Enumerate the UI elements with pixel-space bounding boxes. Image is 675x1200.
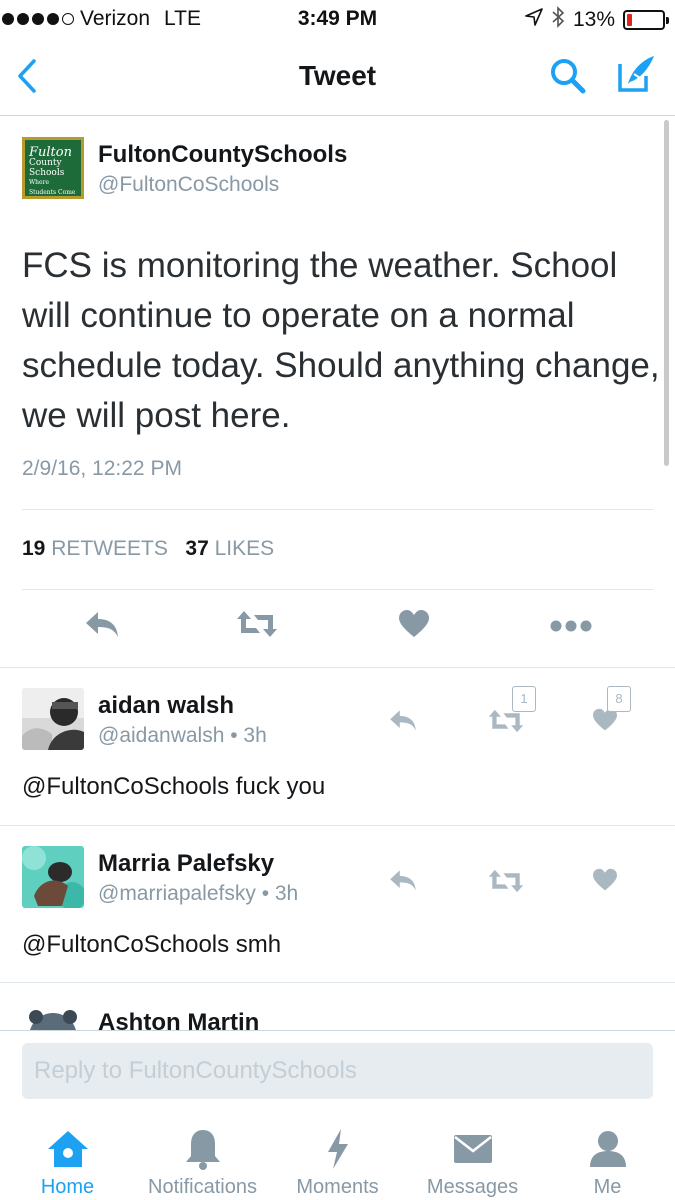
heart-icon[interactable] (398, 609, 430, 644)
battery-percent: 13% (572, 8, 615, 31)
likes-label: LIKES (214, 537, 275, 560)
reply-author-name[interactable]: Ashton Martin (98, 1009, 259, 1030)
tweet-actions (0, 609, 675, 649)
retweet-icon[interactable] (488, 708, 524, 739)
reply-icon[interactable] (84, 609, 120, 644)
avatar[interactable] (22, 846, 84, 908)
reply-item[interactable]: Ashton Martin (0, 982, 675, 1030)
tab-bar: Home Notifications Moments Messages Me (0, 1110, 675, 1200)
tab-label: Home (40, 1176, 95, 1198)
likes-count: 37 (185, 537, 209, 560)
envelope-icon (405, 1128, 540, 1170)
retweets-count: 19 (22, 537, 46, 560)
avatar[interactable] (22, 1003, 84, 1030)
tab-label: Me (593, 1176, 622, 1198)
reply-item[interactable]: Marria Palefsky @marriapalefsky • 3h @Fu… (0, 825, 675, 983)
home-icon (0, 1128, 135, 1170)
reply-text: @FultonCoSchools smh (22, 931, 282, 958)
reply-item[interactable]: aidan walsh @aidanwalsh • 3h @FultonCoSc… (0, 667, 675, 825)
reply-author-handle[interactable]: @marriapalefsky • 3h (98, 882, 298, 906)
heart-icon[interactable] (592, 708, 618, 737)
tweet-author-handle[interactable]: @FultonCoSchools (98, 173, 279, 197)
avatar-logo-text-3: Where Students Come First (29, 179, 76, 206)
tweet-timestamp: 2/9/16, 12:22 PM (22, 457, 182, 480)
reply-author-name[interactable]: Marria Palefsky (98, 850, 274, 878)
tweet-text: FCS is monitoring the weather. School wi… (22, 246, 660, 435)
retweet-icon[interactable] (488, 868, 524, 899)
status-right: 13% (525, 6, 669, 34)
likes-stat[interactable]: 37 LIKES (185, 537, 274, 560)
reply-icon[interactable] (388, 868, 418, 897)
heart-icon[interactable] (592, 868, 618, 897)
retweets-stat[interactable]: 19 RETWEETS (22, 537, 168, 560)
like-count: 8 (607, 686, 631, 712)
divider (22, 589, 653, 590)
compose-icon[interactable] (614, 52, 658, 101)
battery-icon (623, 10, 669, 30)
bell-icon (135, 1128, 270, 1170)
tab-messages[interactable]: Messages (405, 1128, 540, 1199)
retweet-count: 1 (512, 686, 536, 712)
avatar-logo-text-2: County Schools (29, 158, 65, 178)
search-icon[interactable] (548, 56, 588, 101)
bluetooth-icon (551, 6, 565, 34)
divider (22, 509, 653, 510)
more-icon[interactable] (550, 619, 592, 638)
fcs-avatar[interactable]: Fulton County Schools Where Students Com… (22, 137, 84, 206)
tab-me[interactable]: Me (540, 1128, 675, 1199)
reply-input[interactable] (22, 1043, 653, 1099)
tab-label: Moments (296, 1176, 379, 1198)
tab-home[interactable]: Home (0, 1128, 135, 1199)
person-icon (540, 1128, 675, 1170)
reply-bar (0, 1030, 675, 1110)
tab-notifications[interactable]: Notifications (135, 1128, 270, 1199)
status-bar: Verizon LTE 3:49 PM 13% (0, 0, 675, 38)
tab-label: Notifications (148, 1176, 257, 1198)
avatar-logo-text-1: Fulton (29, 145, 72, 160)
scrollbar[interactable] (664, 120, 669, 466)
lightning-icon (270, 1128, 405, 1170)
reply-author-name[interactable]: aidan walsh (98, 692, 234, 720)
battery-level-fill (627, 14, 632, 26)
retweet-icon[interactable] (236, 609, 278, 644)
retweets-label: RETWEETS (51, 537, 168, 560)
avatar[interactable] (22, 688, 84, 750)
tweet-author-name[interactable]: FultonCountySchools (98, 141, 347, 169)
tweet-stats: 19 RETWEETS 37 LIKES (22, 537, 274, 561)
tab-label: Messages (426, 1176, 519, 1198)
reply-box (22, 1043, 653, 1099)
location-arrow-icon (525, 8, 543, 32)
reply-text: @FultonCoSchools fuck you (22, 773, 326, 800)
nav-bar: Tweet (0, 38, 675, 116)
tab-moments[interactable]: Moments (270, 1128, 405, 1199)
reply-author-handle[interactable]: @aidanwalsh • 3h (98, 724, 267, 748)
reply-icon[interactable] (388, 708, 418, 737)
